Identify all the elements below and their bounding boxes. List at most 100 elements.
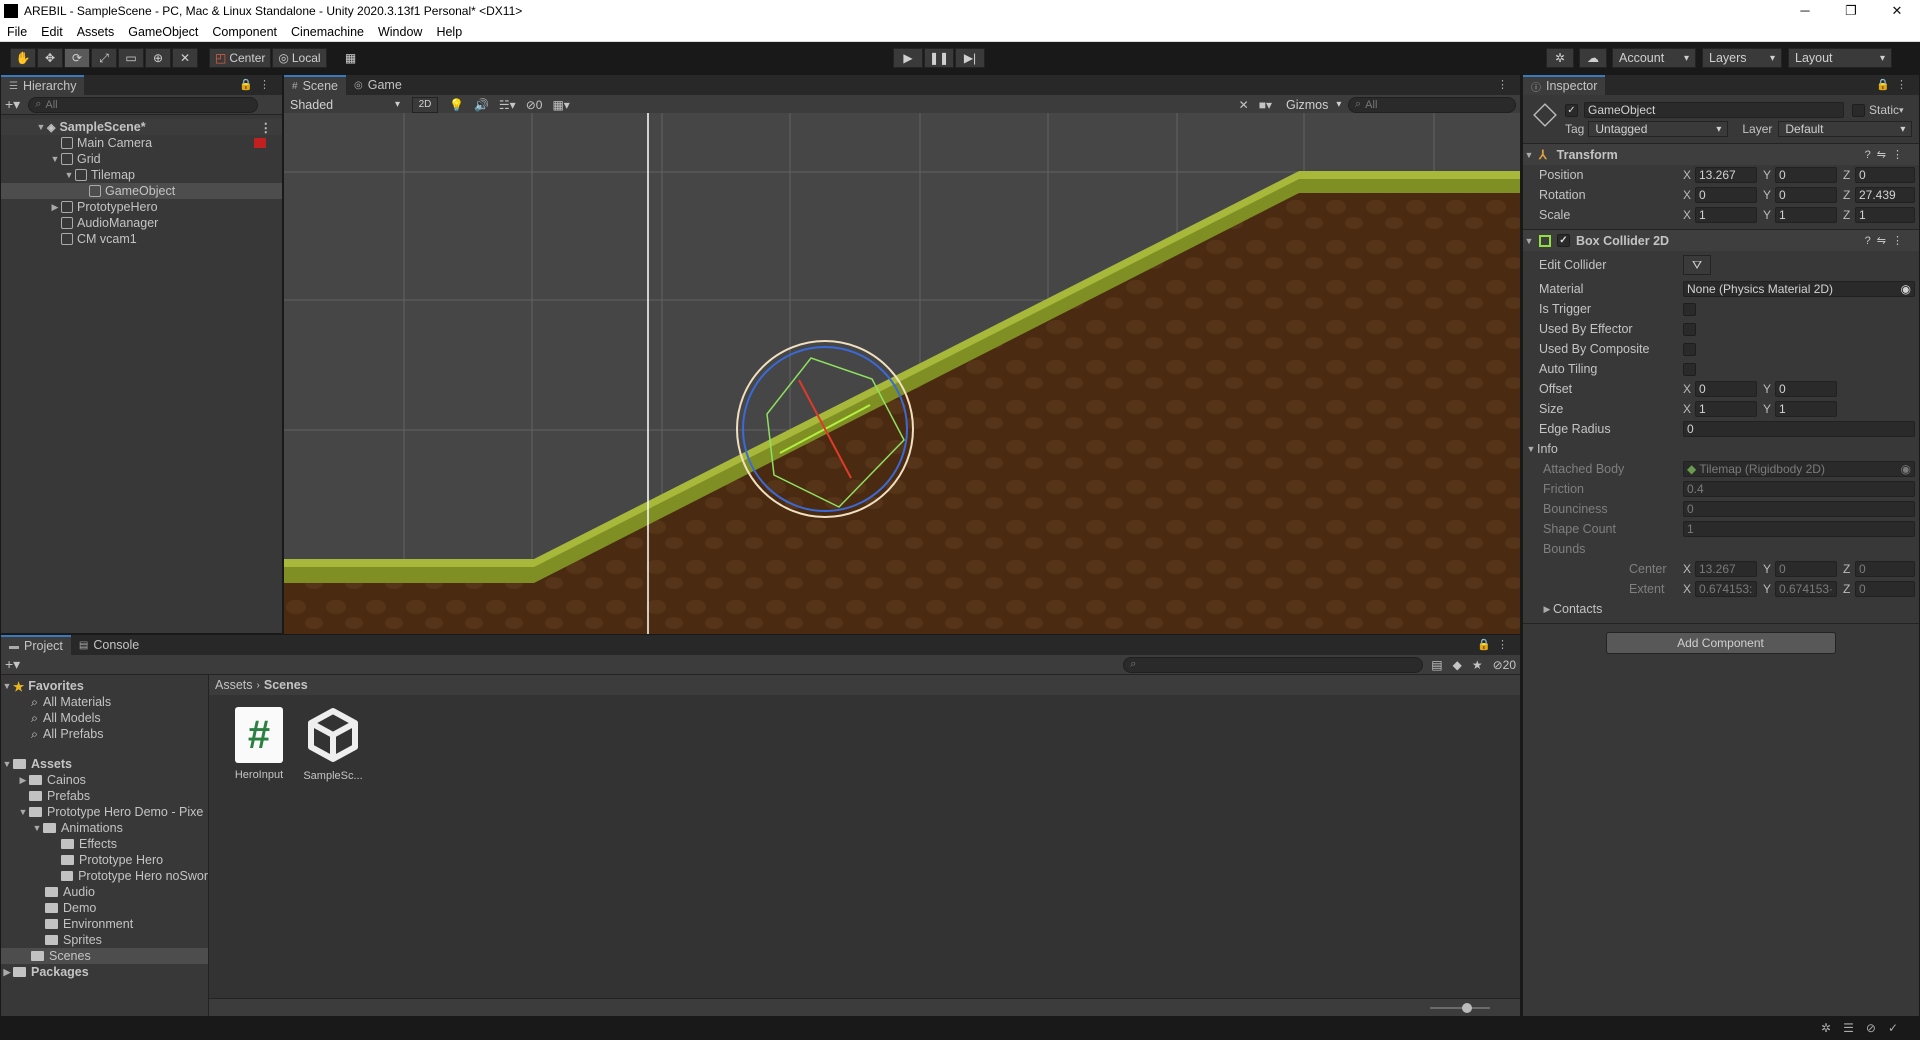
hierarchy-item-tilemap[interactable]: ▼ Tilemap xyxy=(1,167,282,183)
grid-snap-icon[interactable]: ▦ xyxy=(338,48,364,68)
collider-enabled-checkbox[interactable]: ✓ xyxy=(1557,234,1570,247)
expand-arrow-icon[interactable]: ▼ xyxy=(63,170,75,180)
tab-project[interactable]: ▬ Project xyxy=(1,635,71,655)
size-y-field[interactable]: 1 xyxy=(1775,401,1837,417)
gizmos-dropdown[interactable]: Gizmos xyxy=(1280,95,1342,115)
component-menu-icon[interactable]: ?⇋⋮ xyxy=(1865,148,1909,161)
rect-tool-icon[interactable]: ▭ xyxy=(118,48,144,68)
transform-header[interactable]: ▼ ⅄ Transform ?⇋⋮ xyxy=(1523,143,1919,165)
expand-arrow-icon[interactable]: ▼ xyxy=(1,759,13,769)
collapse-arrow-icon[interactable]: ▶ xyxy=(1,967,13,978)
play-button[interactable]: ▶ xyxy=(893,48,923,68)
folder-prototype-hero-demo[interactable]: ▼ Prototype Hero Demo - Pixe xyxy=(1,804,208,820)
scale-z-field[interactable]: 1 xyxy=(1855,207,1915,223)
collapse-arrow-icon[interactable]: ▶ xyxy=(1541,604,1553,615)
scene-canvas[interactable] xyxy=(284,113,1520,634)
hierarchy-item-cm-vcam1[interactable]: CM vcam1 xyxy=(1,231,282,247)
tab-inspector[interactable]: ⓘ Inspector xyxy=(1523,75,1606,95)
packages-folder[interactable]: ▶ Packages xyxy=(1,964,208,980)
close-button[interactable]: ✕ xyxy=(1874,0,1920,22)
menu-help[interactable]: Help xyxy=(429,25,469,39)
scale-x-field[interactable]: 1 xyxy=(1695,207,1757,223)
cloud-icon[interactable]: ☁ xyxy=(1579,48,1607,68)
offset-x-field[interactable]: 0 xyxy=(1695,381,1757,397)
pivot-local-button[interactable]: ◎ Local xyxy=(272,48,327,68)
favorite-item-all-models[interactable]: ⌕ All Models xyxy=(1,710,208,726)
tab-hierarchy[interactable]: ☰ Hierarchy xyxy=(1,75,85,95)
active-checkbox[interactable]: ✓ xyxy=(1565,103,1578,117)
tab-game[interactable]: ◎ Game xyxy=(346,75,410,95)
camera-icon[interactable]: ■▾ xyxy=(1259,98,1272,112)
folder-sprites[interactable]: Sprites xyxy=(1,932,208,948)
mode-2d-toggle[interactable]: 2D xyxy=(412,96,438,113)
menu-assets[interactable]: Assets xyxy=(70,25,122,39)
create-plus-icon[interactable]: +▾ xyxy=(5,656,20,673)
step-button[interactable]: ▶| xyxy=(955,48,985,68)
edit-collider-button[interactable]: ⛛ xyxy=(1683,255,1711,275)
cache-server-icon[interactable]: ☰ xyxy=(1843,1021,1866,1035)
object-picker-icon[interactable]: ◉ xyxy=(1901,282,1911,296)
folder-demo[interactable]: Demo xyxy=(1,900,208,916)
favorite-star-icon[interactable]: ★ xyxy=(1472,658,1483,672)
create-plus-icon[interactable]: +▾ xyxy=(5,96,20,113)
assets-folder[interactable]: ▼ Assets xyxy=(1,756,208,772)
info-foldout[interactable]: ▼ Info xyxy=(1523,439,1919,459)
object-name-field[interactable]: GameObject xyxy=(1584,102,1844,118)
scale-y-field[interactable]: 1 xyxy=(1775,207,1837,223)
material-field[interactable]: None (Physics Material 2D) ◉ xyxy=(1683,281,1915,297)
panel-lock-icon[interactable]: 🔒⋮ xyxy=(239,78,276,91)
folder-animations[interactable]: ▼ Animations xyxy=(1,820,208,836)
folder-environment[interactable]: Environment xyxy=(1,916,208,932)
more-options-icon[interactable]: ⋮ xyxy=(260,120,273,135)
rotation-z-field[interactable]: 27.439 xyxy=(1855,187,1915,203)
effects-icon[interactable]: ☵▾ xyxy=(499,98,516,112)
folder-scenes[interactable]: Scenes xyxy=(1,948,208,964)
size-x-field[interactable]: 1 xyxy=(1695,401,1757,417)
menu-component[interactable]: Component xyxy=(205,25,284,39)
menu-cinemachine[interactable]: Cinemachine xyxy=(284,25,371,39)
more-options-icon[interactable]: ⋮ xyxy=(1497,78,1514,91)
collab-status-icon[interactable]: ✓ xyxy=(1888,1021,1910,1035)
auto-generate-lighting-icon[interactable]: ✲ xyxy=(1821,1021,1843,1035)
custom-tool-icon[interactable]: ✕ xyxy=(172,48,198,68)
asset-heroinput[interactable]: # HeroInput xyxy=(227,707,291,782)
position-z-field[interactable]: 0 xyxy=(1855,167,1915,183)
hierarchy-item-gameobject[interactable]: GameObject xyxy=(1,183,282,199)
expand-arrow-icon[interactable]: ▼ xyxy=(17,807,29,817)
expand-arrow-icon[interactable]: ▼ xyxy=(1523,150,1535,160)
folder-prefabs[interactable]: Prefabs xyxy=(1,788,208,804)
shading-dropdown[interactable]: Shaded xyxy=(288,95,406,115)
is-trigger-checkbox[interactable] xyxy=(1683,302,1696,316)
box-collider-header[interactable]: ▼ ✓ Box Collider 2D ?⇋⋮ xyxy=(1523,229,1919,251)
folder-effects[interactable]: Effects xyxy=(1,836,208,852)
collapse-arrow-icon[interactable]: ▶ xyxy=(17,775,29,786)
offset-y-field[interactable]: 0 xyxy=(1775,381,1837,397)
hierarchy-item-samplescene[interactable]: ▼ ◈ SampleScene* ⋮ xyxy=(1,119,282,135)
chevron-down-icon[interactable]: ▾ xyxy=(1899,105,1904,116)
add-component-button[interactable]: Add Component xyxy=(1605,632,1836,654)
menu-window[interactable]: Window xyxy=(371,25,429,39)
project-search-input[interactable]: ⌕ xyxy=(1123,656,1424,673)
grid-toggle-icon[interactable]: ▦▾ xyxy=(552,98,569,112)
hierarchy-search-input[interactable]: ⌕ All xyxy=(28,96,259,113)
folder-audio[interactable]: Audio xyxy=(1,884,208,900)
rotation-y-field[interactable]: 0 xyxy=(1775,187,1837,203)
layer-dropdown[interactable]: Default xyxy=(1778,121,1913,137)
breadcrumb-assets[interactable]: Assets xyxy=(215,678,253,692)
tools-icon[interactable]: ✕ xyxy=(1239,98,1249,112)
panel-lock-icon[interactable]: 🔒⋮ xyxy=(1477,638,1514,651)
menu-file[interactable]: File xyxy=(0,25,34,39)
expand-arrow-icon[interactable]: ▼ xyxy=(1525,444,1537,454)
scene-search-input[interactable]: ⌕ All xyxy=(1348,96,1516,113)
component-menu-icon[interactable]: ?⇋⋮ xyxy=(1865,234,1909,247)
hierarchy-item-main-camera[interactable]: Main Camera xyxy=(1,135,282,151)
search-by-type-icon[interactable]: ▤ xyxy=(1431,658,1442,672)
breadcrumb-scenes[interactable]: Scenes xyxy=(264,678,308,692)
audio-icon[interactable]: 🔊 xyxy=(474,98,489,112)
expand-arrow-icon[interactable]: ▼ xyxy=(1,681,13,691)
menu-edit[interactable]: Edit xyxy=(34,25,70,39)
panel-lock-icon[interactable]: 🔒⋮ xyxy=(1876,78,1913,91)
hierarchy-item-prototypehero[interactable]: ▶ PrototypeHero xyxy=(1,199,282,215)
scale-tool-icon[interactable]: ⤢ xyxy=(91,48,117,68)
rotation-x-field[interactable]: 0 xyxy=(1695,187,1757,203)
